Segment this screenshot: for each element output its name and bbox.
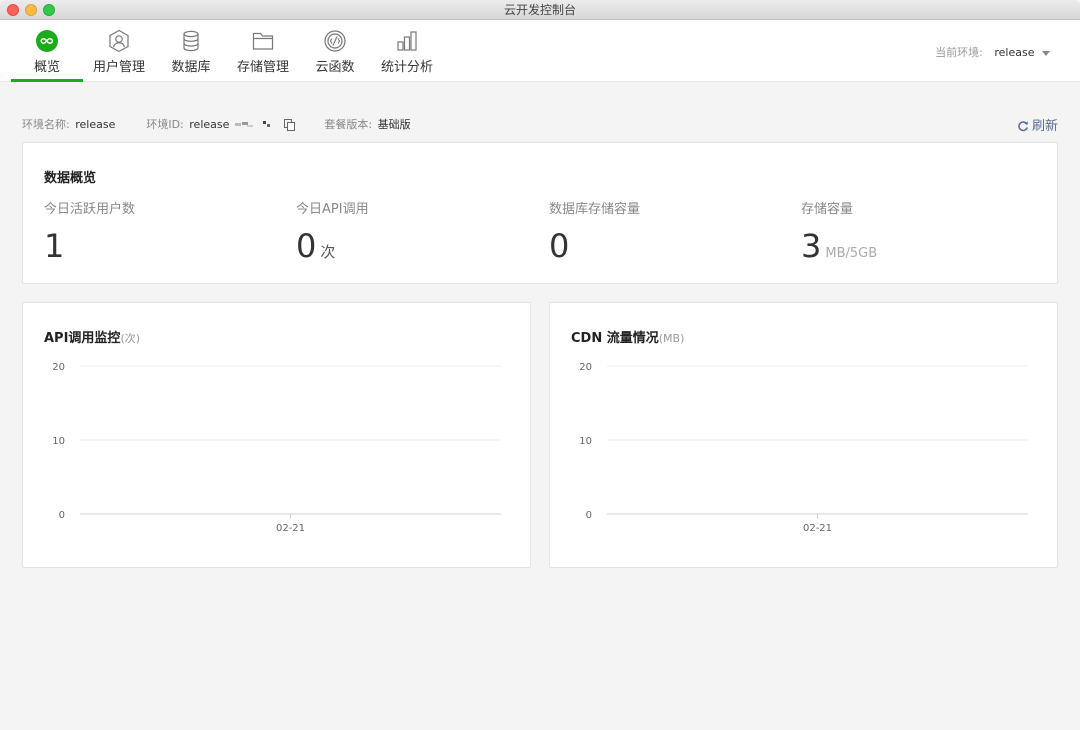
refresh-button[interactable]: 刷新 <box>1017 115 1058 134</box>
stat-label: 今日活跃用户数 <box>44 202 136 217</box>
redacted-id-mark <box>234 121 270 127</box>
tab-label: 统计分析 <box>380 60 433 75</box>
minimize-window-button[interactable] <box>25 4 37 16</box>
tab-label: 概览 <box>33 60 60 75</box>
tab-database[interactable]: 数据库 <box>168 20 214 82</box>
stat-value: 1 <box>44 227 65 265</box>
cdn-traffic-card: CDN 流量情况(MB) 0 10 20 02-21 <box>549 302 1058 568</box>
y-tick-label: 10 <box>579 436 592 447</box>
refresh-icon <box>1018 121 1028 132</box>
environment-label: 当前环境: <box>935 46 983 59</box>
main-toolbar: 概览 用户管理 数据库 存储管理 云函数 统计分析 当前环境: release <box>0 20 1080 82</box>
x-tick-label: 02-21 <box>276 523 305 534</box>
y-tick-label: 20 <box>579 362 592 373</box>
tab-overview[interactable]: 概览 <box>20 20 74 82</box>
folder-icon <box>252 32 274 50</box>
active-tab-indicator <box>11 79 83 82</box>
y-tick-label: 10 <box>52 436 65 447</box>
title-bar: 云开发控制台 <box>0 0 1080 20</box>
data-overview-card: 数据概览 今日活跃用户数 1 今日API调用 0次 数据库存储容量 0 存储容量… <box>22 142 1058 284</box>
plan-value: 基础版 <box>377 118 411 131</box>
tab-label: 存储管理 <box>236 60 289 75</box>
data-point <box>816 513 819 515</box>
tab-user-management[interactable]: 用户管理 <box>90 20 148 82</box>
database-icon <box>183 30 199 52</box>
y-tick-label: 0 <box>586 510 592 521</box>
environment-value: release <box>994 46 1035 59</box>
env-name-label: 环境名称: <box>22 118 70 131</box>
cdn-traffic-chart: 0 10 20 02-21 <box>579 362 1028 534</box>
refresh-label: 刷新 <box>1031 119 1058 134</box>
plan-label: 套餐版本: <box>324 118 373 131</box>
app-window: 云开发控制台 概览 用户管理 数据库 存储管理 云函数 统计分析 当前环境: r… <box>0 0 1080 730</box>
api-monitor-chart: 0 10 20 02-21 <box>52 362 501 534</box>
copy-icon[interactable] <box>284 119 296 131</box>
stat-label: 今日API调用 <box>296 202 369 217</box>
function-icon <box>324 30 346 52</box>
window-title: 云开发控制台 <box>503 3 576 17</box>
environment-info-bar: 环境名称: release 环境ID: release 套餐版本: 基础版 <box>22 116 413 132</box>
stat-value: 3 <box>801 227 822 265</box>
maximize-window-button[interactable] <box>43 4 55 16</box>
stat-label: 数据库存储容量 <box>549 202 641 217</box>
data-point <box>289 513 292 515</box>
x-tick-label: 02-21 <box>803 523 832 534</box>
tab-storage-management[interactable]: 存储管理 <box>234 20 292 82</box>
tab-label: 用户管理 <box>92 60 145 75</box>
env-id-value: release <box>189 118 230 131</box>
stat-value: 0 <box>296 227 317 265</box>
environment-select[interactable]: 当前环境: release <box>935 44 1050 60</box>
tab-statistics[interactable]: 统计分析 <box>378 20 436 82</box>
y-tick-label: 0 <box>59 510 65 521</box>
stat-label: 存储容量 <box>801 202 854 217</box>
stat-unit: 次 <box>320 243 336 261</box>
close-window-button[interactable] <box>7 4 19 16</box>
stat-unit: MB/5GB <box>825 246 878 261</box>
stat-value: 0 <box>549 227 570 265</box>
infinity-icon <box>36 30 58 52</box>
api-monitor-card: API调用监控(次) 0 10 20 02-21 <box>22 302 531 568</box>
env-name-value: release <box>75 118 116 131</box>
overview-title: 数据概览 <box>44 171 97 186</box>
tab-label: 数据库 <box>171 60 211 75</box>
user-icon <box>109 29 129 53</box>
tab-label: 云函数 <box>315 60 355 75</box>
stat-api-calls: 今日API调用 0次 <box>296 198 369 265</box>
tab-cloud-functions[interactable]: 云函数 <box>312 20 358 82</box>
stat-db-storage: 数据库存储容量 0 <box>549 198 640 265</box>
env-id-label: 环境ID: <box>146 118 184 131</box>
bar-chart-icon <box>397 31 417 51</box>
stat-storage-capacity: 存储容量 3 MB/5GB <box>801 198 877 265</box>
chevron-down-icon <box>1042 50 1050 56</box>
stat-active-users: 今日活跃用户数 1 <box>44 198 135 265</box>
y-tick-label: 20 <box>52 362 65 373</box>
